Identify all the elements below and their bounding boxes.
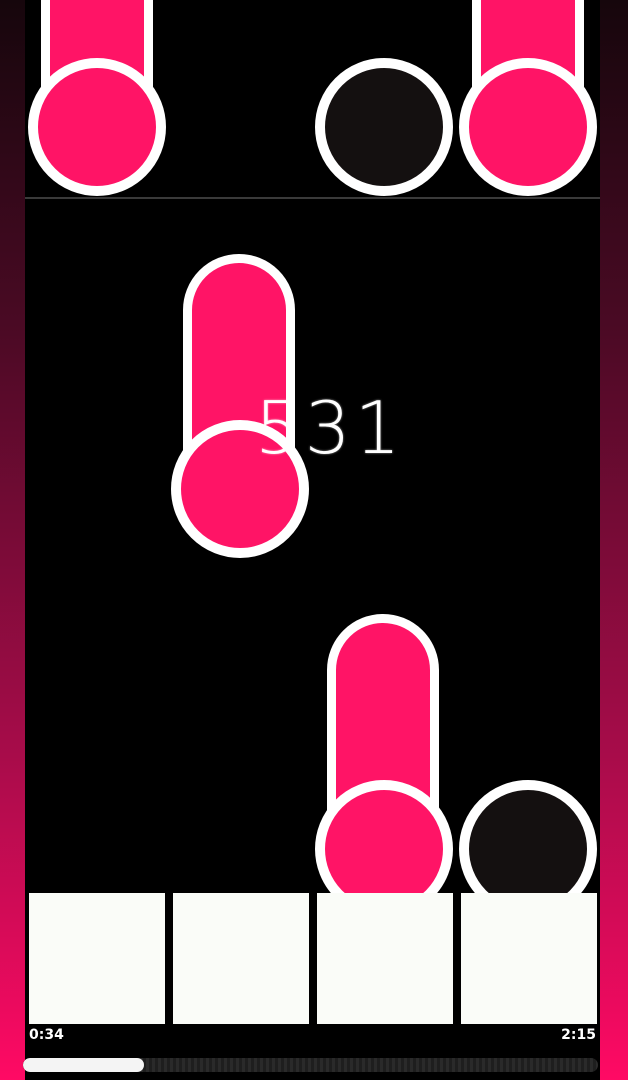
song-progress-fill <box>23 1058 144 1072</box>
elapsed-time: 0:34 <box>29 1027 64 1043</box>
game-screen: 531 0:34 2:15 <box>0 0 628 1080</box>
lane-1-key[interactable] <box>29 893 165 1024</box>
right-gradient-border <box>600 0 628 1080</box>
hit-line-divider <box>25 197 600 199</box>
long-note-head[interactable] <box>459 58 597 196</box>
lane-2-key[interactable] <box>173 893 309 1024</box>
lane-4-key[interactable] <box>461 893 597 1024</box>
long-note-head[interactable] <box>28 58 166 196</box>
song-progress-bar[interactable] <box>23 1058 598 1072</box>
total-time: 2:15 <box>561 1027 596 1043</box>
score-counter: 531 <box>255 386 405 470</box>
lane-3-key[interactable] <box>317 893 453 1024</box>
left-gradient-border <box>0 0 25 1080</box>
tap-note[interactable] <box>315 58 453 196</box>
